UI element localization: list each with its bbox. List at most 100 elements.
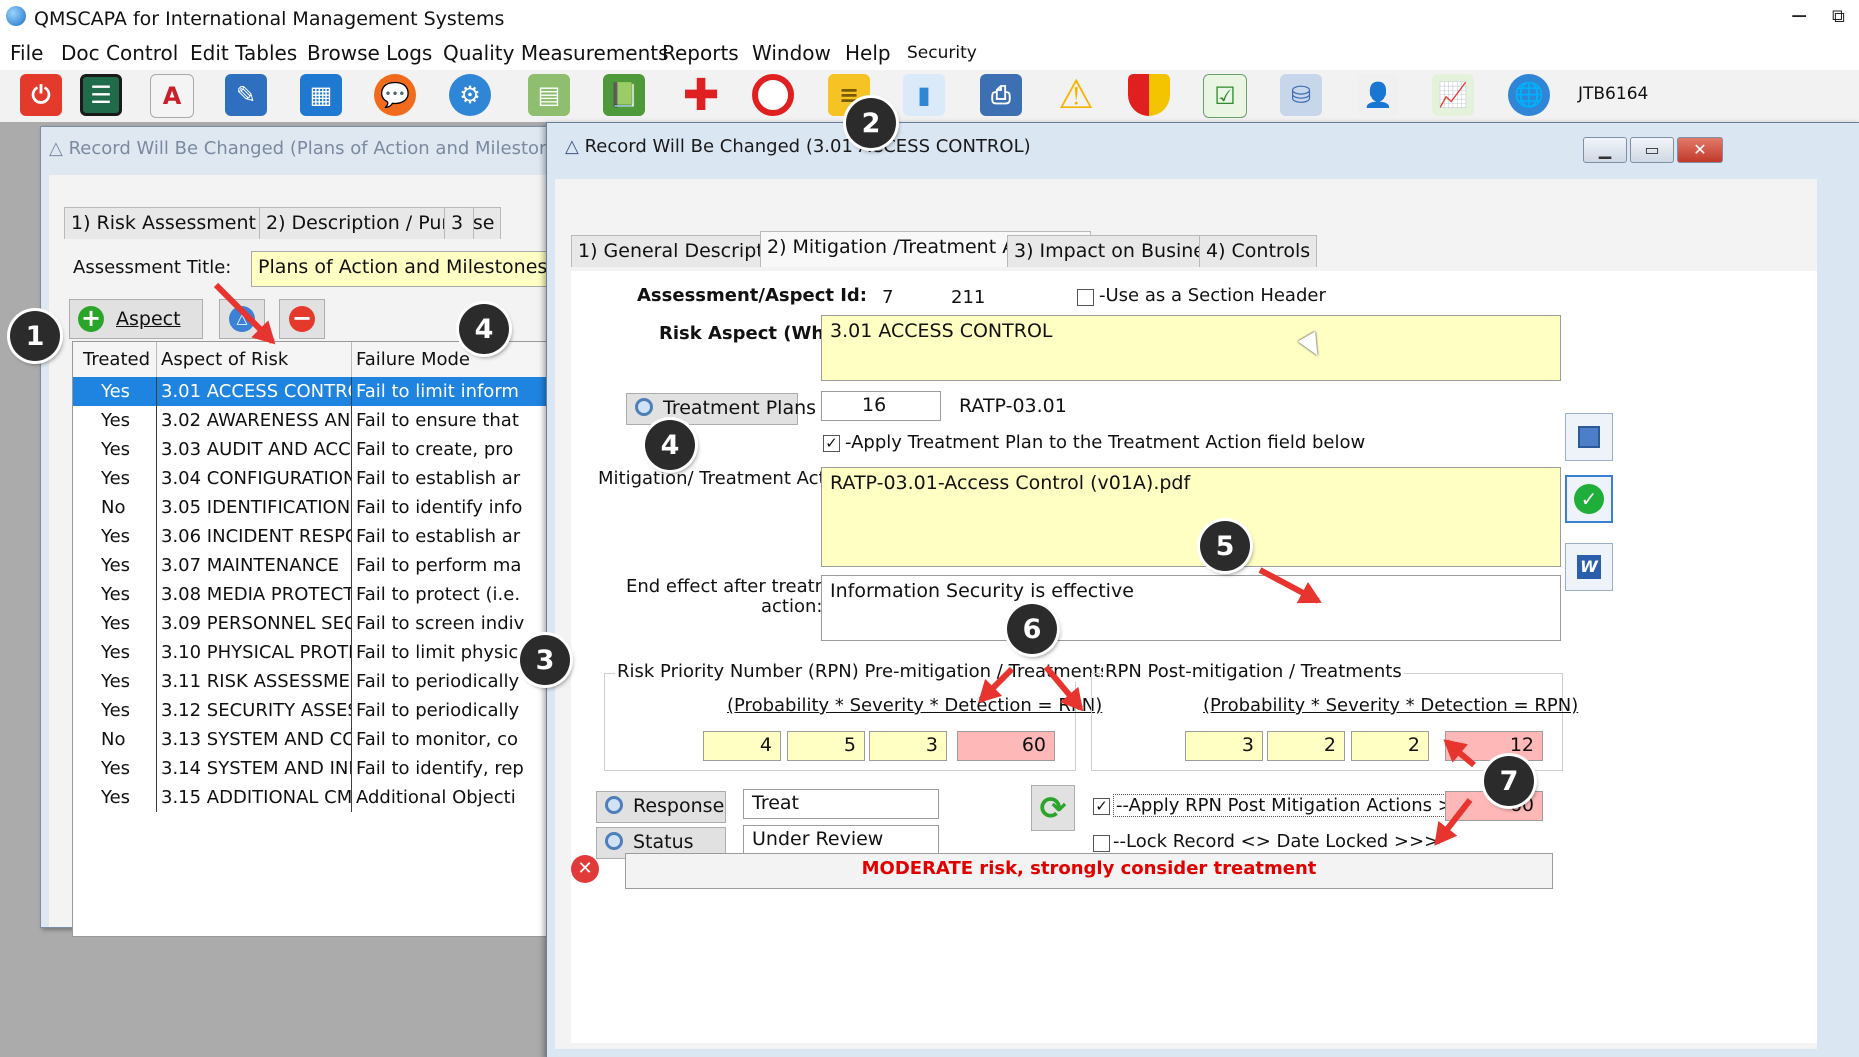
save-button[interactable] [1565,413,1613,461]
table-row[interactable]: Yes3.03 AUDIT AND ACCOUFail to create, p… [73,435,573,464]
delete-aspect-button[interactable]: − [279,299,325,339]
table-row[interactable]: Yes 3.06 INCIDENT RESPON Fail to establish… [73,522,573,551]
document-list-icon[interactable]: ☰ [80,74,122,116]
status-field[interactable]: Under Review [743,825,939,855]
org-chart-icon[interactable]: ▦ [300,74,342,116]
remove-icon: − [289,306,315,332]
cell-aspect-of-risk: 3.13 SYSTEM AND COM [157,725,352,754]
response-button[interactable]: Response [596,791,726,823]
add-icon: + [78,306,104,332]
table-row[interactable]: Yes 3.14 SYSTEM AND INFO Fail to identify,… [73,754,573,783]
table-row[interactable]: Yes3.04 CONFIGURATION MFail to establish… [73,464,573,493]
checklist-icon[interactable]: ☑ [1203,74,1247,118]
cell-treated: No [73,725,157,754]
assessment-title-field[interactable]: Plans of Action and Milestones (P [251,251,571,287]
table-row[interactable]: Yes 3.01 ACCESS CONTROL Fail to limit info… [73,377,573,406]
table-row[interactable]: Yes 3.07 MAINTENANCE Fail to perform ma [73,551,573,580]
cell-aspect-of-risk: 3.07 MAINTENANCE [157,551,352,580]
risk-message-box: MODERATE risk, strongly consider treatme… [625,853,1553,889]
post-detection-field[interactable]: 2 [1351,731,1429,761]
power-icon[interactable]: ⏻ [20,74,62,116]
database-settings-icon[interactable]: ⛁ [1280,74,1322,116]
window-minimize-button[interactable]: ▁ [1583,137,1627,163]
treatment-plan-number-field[interactable]: 16 [821,391,941,421]
chat-icon[interactable]: 💬 [374,74,416,116]
menu-file[interactable]: File [10,41,43,65]
treatment-plans-button[interactable]: Treatment Plans [626,393,816,425]
header-aspect-of-risk[interactable]: Aspect of Risk [157,342,352,377]
restore-button[interactable]: ⧉ [1832,6,1845,27]
post-probability-field[interactable]: 3 [1185,731,1263,761]
cell-treated: Yes [73,377,157,406]
menu-security[interactable]: Security [907,43,977,63]
post-severity-field[interactable]: 2 [1267,731,1345,761]
pre-severity-field[interactable]: 5 [787,731,865,761]
section-header-checkbox[interactable] [1077,289,1094,306]
header-treated[interactable]: Treated [73,342,157,377]
lifebuoy-icon[interactable] [752,74,794,116]
edit-pencil-icon[interactable]: ✎ [225,74,267,116]
tab-controls[interactable]: 4) Controls [1199,235,1318,267]
lock-record-checkbox[interactable] [1093,835,1110,852]
assessment-id-value: 7 [882,287,894,308]
warning-triangle-icon: △ [565,136,579,157]
table-row[interactable]: Yes3.10 PHYSICAL PROTECTFail to limit ph… [73,638,573,667]
mitigation-tab-content: Assessment/Aspect Id: 7 211 -Use as a Se… [571,271,1817,1043]
users-icon[interactable]: 👤 [1357,74,1399,116]
printer-icon[interactable]: ⎙ [980,74,1022,116]
menu-edit-tables[interactable]: Edit Tables [190,41,297,65]
cell-failure-mode: Fail to establish ar [356,526,521,547]
report-chart-icon[interactable]: 📈 [1432,74,1474,116]
annotation-badge-1: 1 [10,311,60,361]
magnifier-icon [605,832,623,850]
accept-button[interactable]: ✓ [1565,475,1613,523]
front-window[interactable]: △ Record Will Be Changed (3.01 ACCESS CO… [546,122,1859,1057]
table-row[interactable]: Yes3.11 RISK ASSESSMENTFail to periodica… [73,667,573,696]
globe-search-icon[interactable]: 🌐 [1508,74,1550,116]
table-row[interactable]: No 3.13 SYSTEM AND COM Fail to monitor, co [73,725,573,754]
magnifier-icon [635,398,653,416]
menu-doc-control[interactable]: Doc Control [61,41,178,65]
first-aid-icon[interactable]: ✚ [680,70,722,121]
recalculate-button[interactable]: ⟳ [1031,785,1075,831]
table-row[interactable]: Yes 3.15 ADDITIONAL CMM Additional Objecti [73,783,573,812]
table-row[interactable]: Yes3.08 MEDIA PROTECTIOFail to protect (… [73,580,573,609]
book-icon[interactable]: 📗 [603,74,645,116]
menu-reports[interactable]: Reports [662,41,739,65]
bar-chart-icon[interactable]: ▮ [903,74,945,116]
cancel-icon[interactable]: ✕ [571,855,599,883]
settings-gear-icon[interactable]: ⚙ [449,74,491,116]
calendar-icon[interactable]: ▤ [528,74,570,116]
menu-browse-logs[interactable]: Browse Logs [307,41,432,65]
risk-aspect-field[interactable]: 3.01 ACCESS CONTROL [821,315,1561,381]
response-field[interactable]: Treat [743,789,939,819]
table-row[interactable]: Yes 3.02 AWARENESS AND Fail to ensure that [73,406,573,435]
risk-aspect-grid[interactable]: Treated Aspect of Risk Failure Mode Yes 3… [72,341,574,937]
apply-rpn-checkbox[interactable]: ✓ [1093,798,1110,815]
shield-icon[interactable] [1128,74,1170,116]
table-row[interactable]: Yes3.09 PERSONNEL SECURFail to screen in… [73,609,573,638]
user-id-label: JTB6164 [1578,84,1649,104]
table-row[interactable]: Yes3.12 SECURITY ASSESSMFail to periodic… [73,696,573,725]
apply-treatment-plan-checkbox[interactable]: ✓ [823,435,840,452]
save-icon [1578,426,1600,448]
pre-detection-field[interactable]: 3 [869,731,947,761]
menu-help[interactable]: Help [845,41,891,65]
pdf-icon[interactable]: A [150,74,194,118]
tab-3[interactable]: 3 [444,207,474,239]
end-effect-field[interactable]: Information Security is effective [821,575,1561,641]
window-maximize-button[interactable]: ▭ [1630,137,1674,163]
apply-rpn-label[interactable]: --Apply RPN Post Mitigation Actions >>> [1113,794,1487,817]
minimize-button[interactable]: − [1790,4,1808,29]
menu-window[interactable]: Window [752,41,831,65]
add-aspect-button[interactable]: + Aspect [69,299,203,339]
menu-quality-measurements[interactable]: Quality Measurements [443,41,669,65]
window-close-button[interactable]: ✕ [1677,137,1723,163]
table-row[interactable]: No3.05 IDENTIFICATION ANFail to identify… [73,493,573,522]
header-failure-mode[interactable]: Failure Mode [352,342,573,377]
word-export-button[interactable]: W [1565,543,1613,591]
cell-treated: Yes [73,696,157,725]
mitigation-action-field[interactable]: RATP-03.01-Access Control (v01A).pdf [821,467,1561,567]
pre-probability-field[interactable]: 4 [703,731,781,761]
warning-icon[interactable]: ⚠ [1055,72,1097,118]
